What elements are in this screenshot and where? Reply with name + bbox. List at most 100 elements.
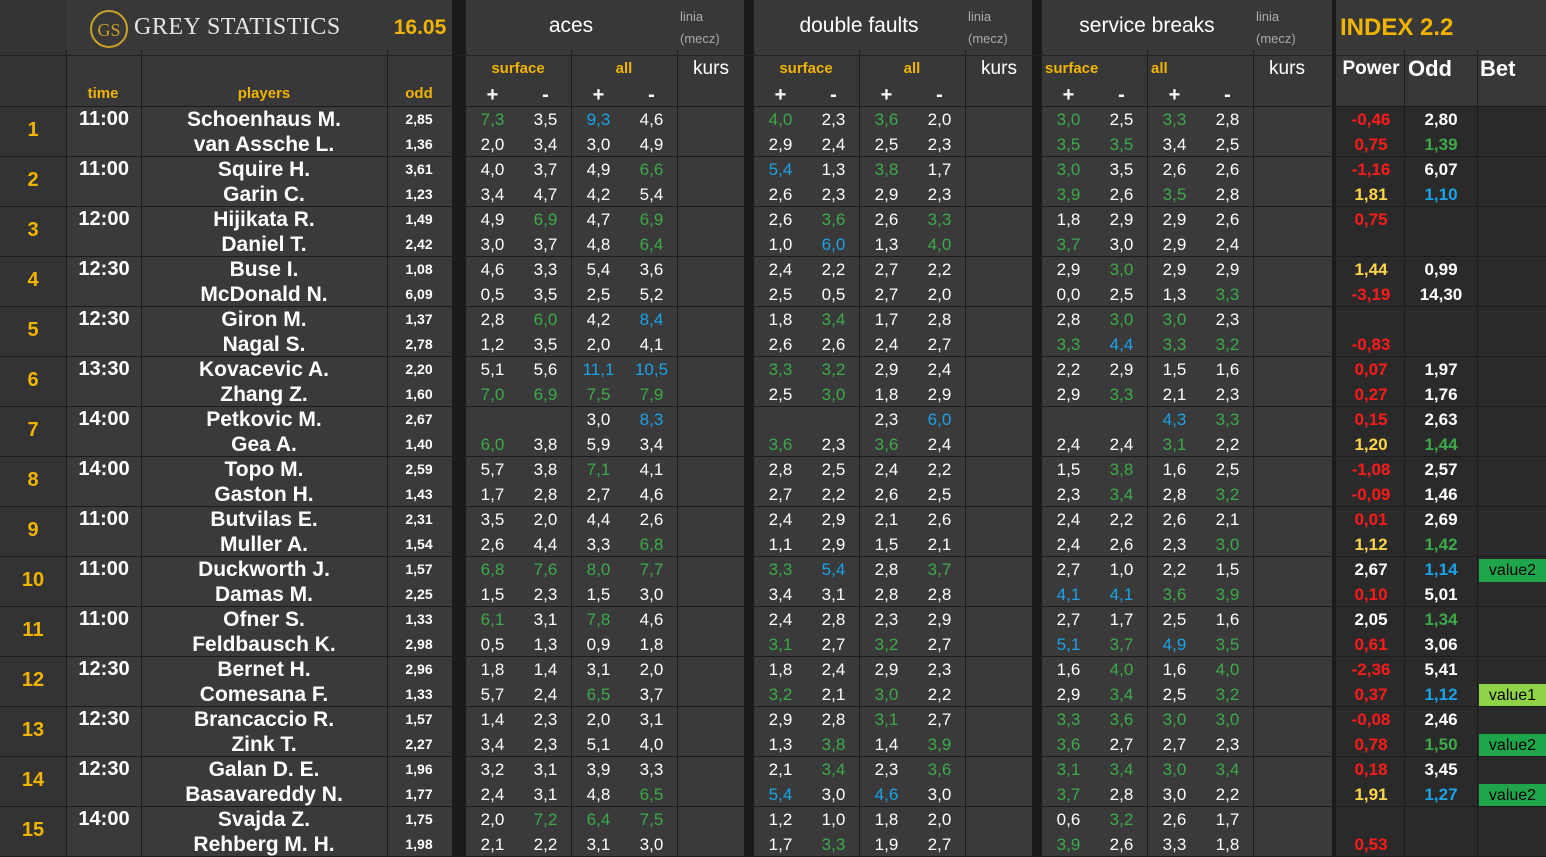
aces-stat-value: 4,2 [586, 310, 611, 329]
sb-stat-value: 3,0 [1162, 710, 1187, 729]
df-stat-value: 2,3 [874, 410, 899, 429]
df-stat-value: 2,8 [768, 460, 793, 479]
sb-stat-value: 2,1 [1162, 385, 1187, 404]
sb-stat-value: 2,2 [1056, 360, 1081, 379]
power-value: 0,78 [1354, 735, 1388, 754]
aces-stat-value: 1,2 [480, 335, 505, 354]
aces-stat-value: 1,4 [480, 710, 505, 729]
df-stat-value: 2,3 [821, 110, 846, 129]
player-name: Daniel T. [221, 233, 307, 256]
grid-line [141, 50, 142, 857]
df-stat-value: 3,3 [768, 560, 793, 579]
index-odd-value: 1,39 [1424, 135, 1458, 154]
aces-stat-value: 4,9 [480, 210, 505, 229]
df-stat-value: 3,0 [927, 785, 952, 804]
aces-stat-value: 6,8 [639, 535, 664, 554]
power-value: -1,08 [1351, 460, 1391, 479]
aces-stat-value: 4,6 [639, 485, 664, 504]
aces-stat-value: 4,7 [533, 185, 558, 204]
df-stat-value: 2,5 [768, 385, 793, 404]
df-stat-value: 3,0 [821, 385, 846, 404]
player-name: Zhang Z. [220, 383, 308, 406]
aces-stat-value: 2,3 [533, 585, 558, 604]
sb-stat-value: 3,0 [1109, 260, 1134, 279]
index-odd-value: 3,45 [1424, 760, 1458, 779]
grid-line [965, 50, 966, 857]
df-stat-value [754, 410, 807, 432]
aces-stat-value: 7,5 [639, 810, 664, 829]
player-odd: 2,85 [405, 111, 433, 127]
player-name: Muller A. [220, 533, 308, 556]
row-divider [0, 556, 1546, 557]
sb-stat-value: 2,6 [1162, 160, 1187, 179]
match-number: 13 [21, 719, 45, 741]
df-stat-value: 2,2 [821, 485, 846, 504]
aces-stat-value: 4,4 [586, 510, 611, 529]
player-name: Giron M. [221, 308, 307, 331]
df-stat-value: 2,2 [927, 685, 952, 704]
aces-stat-value: 2,5 [586, 285, 611, 304]
df-stat-value: 4,0 [768, 110, 793, 129]
aces-stat-value: 2,0 [480, 135, 505, 154]
player-odd: 1,77 [405, 786, 433, 802]
match-number: 9 [27, 519, 39, 541]
index-odd-value: 3,06 [1424, 635, 1458, 654]
row-divider [0, 456, 1546, 457]
player-odd: 2,42 [405, 236, 433, 252]
aces-stat-value: 7,0 [480, 385, 505, 404]
player-odd: 2,20 [405, 361, 433, 377]
aces-stat-value: 3,0 [586, 410, 611, 429]
stats-table: GS GREY STATISTICS 16.05 aces double fau… [0, 0, 1546, 857]
aces-stat-value: 5,1 [586, 735, 611, 754]
row-divider [0, 606, 1546, 607]
sb-stat-value: 3,0 [1215, 535, 1240, 554]
aces-stat-value: 2,0 [533, 510, 558, 529]
index-odd-value [1406, 235, 1476, 257]
sb-stat-value: 1,6 [1056, 660, 1081, 679]
df-stat-value: 1,8 [768, 660, 793, 679]
aces-stat-value: 5,7 [480, 685, 505, 704]
df-stat-value: 4,6 [874, 785, 899, 804]
aces-stat-value: 7,3 [480, 110, 505, 129]
df-stat-value: 0,5 [821, 285, 846, 304]
power-value: -0,08 [1351, 710, 1391, 729]
aces-stat-value: 2,3 [533, 735, 558, 754]
aces-stat-value: 4,1 [639, 335, 664, 354]
aces-stat-value: 3,5 [480, 510, 505, 529]
df-stat-value: 3,6 [821, 210, 846, 229]
sb-stat-value: 3,4 [1215, 760, 1240, 779]
sb-stat-value: 3,0 [1109, 310, 1134, 329]
sb-stat-value: 3,3 [1162, 110, 1187, 129]
match-number: 6 [27, 369, 39, 391]
odd-header: odd [405, 85, 433, 102]
df-stat-value: 2,7 [821, 635, 846, 654]
row-divider [0, 656, 1546, 657]
match-time: 12:30 [78, 258, 130, 280]
aces-stat-value: 4,8 [586, 785, 611, 804]
df-stat-value: 2,4 [927, 360, 952, 379]
df-stat-value: 2,2 [927, 260, 952, 279]
power-value: -2,36 [1351, 660, 1391, 679]
aces-stat-value: 4,8 [586, 235, 611, 254]
aces-stat-value: 3,3 [586, 535, 611, 554]
player-name: Petkovic M. [206, 408, 322, 431]
sb-stat-value: 3,3 [1056, 710, 1081, 729]
index-odd-value: 2,80 [1424, 110, 1458, 129]
df-stat-value: 3,4 [768, 585, 793, 604]
aces-stat-value [519, 410, 572, 432]
df-stat-value: 1,3 [821, 160, 846, 179]
aces-stat-value: 3,0 [586, 135, 611, 154]
row-divider [0, 106, 1546, 107]
aces-stat-value: 3,3 [639, 760, 664, 779]
df-stat-value: 1,8 [874, 810, 899, 829]
aces-minus-header: - [542, 84, 549, 106]
sb-stat-value: 3,3 [1056, 335, 1081, 354]
mecz-label-df: (mecz) [968, 31, 1008, 46]
sb-stat-value: 3,2 [1215, 335, 1240, 354]
sb-stat-value [1095, 410, 1148, 432]
match-time: 14:00 [78, 408, 130, 430]
index-odd-value: 2,46 [1424, 710, 1458, 729]
df-stat-value: 1,7 [927, 160, 952, 179]
index-odd-value [1406, 835, 1476, 857]
df-stat-value: 3,9 [927, 735, 952, 754]
